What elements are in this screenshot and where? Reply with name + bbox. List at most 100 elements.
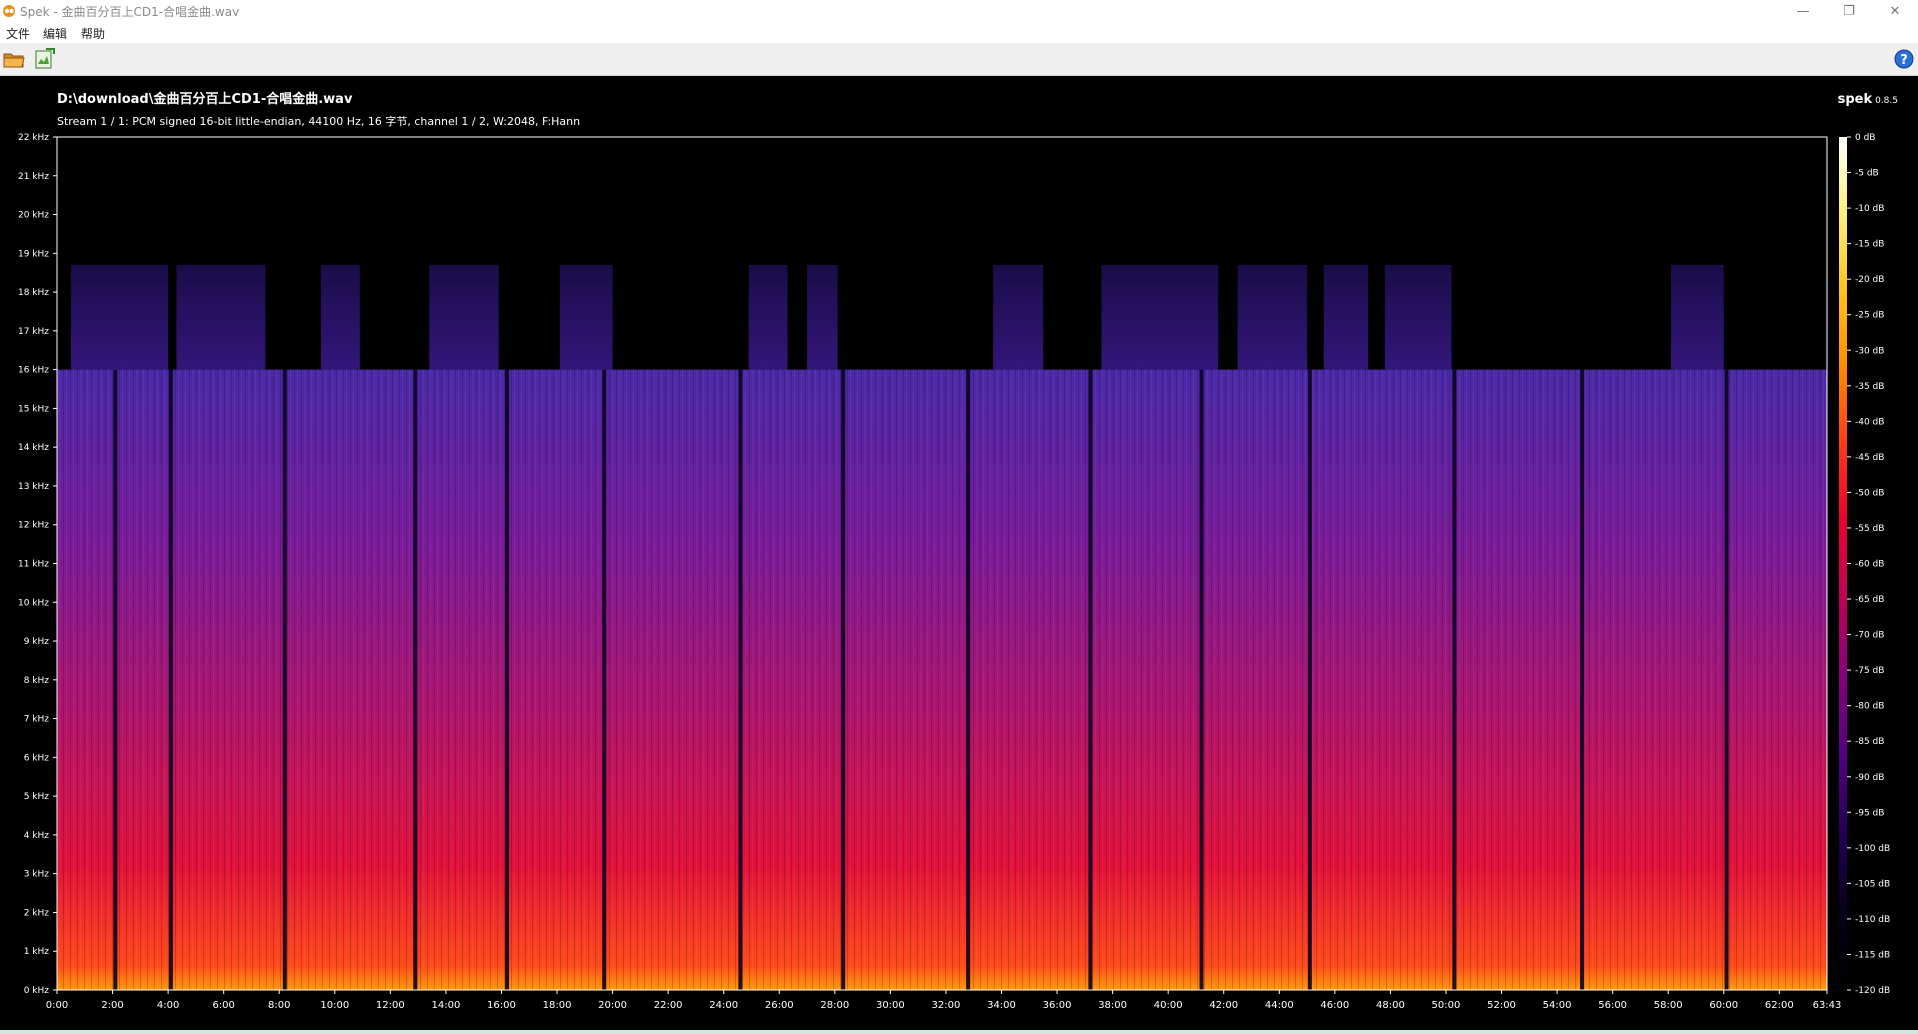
x-tick-label: 28:00 [820, 1000, 849, 1011]
open-file-icon[interactable] [2, 48, 26, 70]
spectrogram-chart: 0 kHz 1 kHz 2 kHz 3 kHz 4 kHz 5 kHz 6 kHz 7 kHz… [18, 133, 1890, 1011]
y-tick-label: 3 kHz [24, 870, 50, 880]
x-tick-label: 2:00 [101, 1000, 123, 1011]
x-tick-label: 48:00 [1376, 1000, 1405, 1011]
y-tick-label: 8 kHz [24, 676, 50, 686]
menu-file[interactable]: 文件 [6, 25, 30, 42]
x-tick-label: 30:00 [876, 1000, 905, 1011]
db-color-bar [1839, 137, 1847, 990]
x-tick-label: 40:00 [1154, 1000, 1183, 1011]
x-tick-label: 34:00 [987, 1000, 1016, 1011]
high-frequency-band [1384, 264, 1452, 370]
x-tick-label: 50:00 [1432, 1000, 1461, 1011]
close-button[interactable]: ✕ [1872, 0, 1918, 22]
track-gap [1580, 369, 1585, 990]
high-frequency-band [320, 264, 360, 370]
db-tick-label: -70 dB [1855, 631, 1884, 641]
help-icon[interactable]: ? [1894, 49, 1914, 69]
x-tick-label: 60:00 [1709, 1000, 1738, 1011]
db-tick-label: -40 dB [1855, 417, 1884, 427]
x-tick-label: 38:00 [1098, 1000, 1127, 1011]
db-tick-label: -45 dB [1855, 453, 1884, 463]
track-gap [168, 369, 173, 990]
x-tick-label: 46:00 [1320, 1000, 1349, 1011]
track-gap [841, 369, 846, 990]
toolbar: ? [0, 43, 1918, 76]
y-tick-label: 5 kHz [24, 792, 50, 802]
y-tick-label: 1 kHz [24, 947, 50, 957]
restore-button[interactable]: ❐ [1826, 0, 1872, 22]
track-gap [966, 369, 971, 990]
high-frequency-band [748, 264, 788, 370]
high-frequency-band [1101, 264, 1219, 370]
high-frequency-band [807, 264, 838, 370]
y-tick-label: 18 kHz [18, 288, 49, 298]
menu-help[interactable]: 帮助 [81, 25, 105, 42]
track-gap [282, 369, 287, 990]
y-tick-label: 6 kHz [24, 753, 50, 763]
y-tick-label: 14 kHz [18, 443, 49, 453]
y-tick-label: 11 kHz [18, 560, 49, 570]
db-tick-label: -110 dB [1855, 915, 1890, 925]
high-frequency-band [70, 264, 169, 370]
x-tick-label: 42:00 [1209, 1000, 1238, 1011]
db-tick-label: -120 dB [1855, 986, 1890, 996]
db-tick-label: -15 dB [1855, 240, 1884, 250]
x-tick-label: 26:00 [765, 1000, 794, 1011]
x-tick-label: 52:00 [1487, 1000, 1516, 1011]
x-tick-label: 32:00 [932, 1000, 961, 1011]
db-tick-label: -60 dB [1855, 560, 1884, 570]
db-tick-label: -20 dB [1855, 275, 1884, 285]
db-tick-label: -35 dB [1855, 382, 1884, 392]
save-image-icon[interactable] [32, 48, 56, 70]
minimize-button[interactable]: — [1780, 0, 1826, 22]
high-frequency-band [176, 264, 266, 370]
x-tick-label: 22:00 [654, 1000, 683, 1011]
db-tick-label: -65 dB [1855, 595, 1884, 605]
db-tick-label: -5 dB [1855, 169, 1879, 179]
high-frequency-band [1323, 264, 1369, 370]
menu-edit[interactable]: 编辑 [43, 25, 67, 42]
y-tick-label: 16 kHz [18, 366, 49, 376]
track-gap [505, 369, 510, 990]
x-tick-label: 18:00 [543, 1000, 572, 1011]
y-tick-label: 22 kHz [18, 133, 49, 143]
x-tick-label: 16:00 [487, 1000, 516, 1011]
track-gap [1307, 369, 1312, 990]
y-tick-label: 10 kHz [18, 598, 49, 608]
y-tick-label: 0 kHz [24, 986, 50, 996]
x-tick-label: 63:43 [1813, 1000, 1842, 1011]
x-tick-label: 56:00 [1598, 1000, 1627, 1011]
y-tick-label: 4 kHz [24, 831, 50, 841]
window-title: Spek - 金曲百分百上CD1-合唱金曲.wav [20, 5, 240, 19]
spek-app-icon [3, 5, 15, 17]
high-frequency-band [559, 264, 613, 370]
x-tick-label: 24:00 [709, 1000, 738, 1011]
db-tick-label: -30 dB [1855, 346, 1884, 356]
high-frequency-band [1670, 264, 1724, 370]
x-tick-label: 6:00 [212, 1000, 234, 1011]
track-gap [738, 369, 743, 990]
y-tick-label: 2 kHz [24, 908, 50, 918]
high-frequency-band [1237, 264, 1308, 370]
db-tick-label: 0 dB [1855, 133, 1875, 143]
x-tick-label: 44:00 [1265, 1000, 1294, 1011]
db-tick-label: -10 dB [1855, 204, 1884, 214]
y-tick-label: 19 kHz [18, 249, 49, 259]
db-tick-label: -95 dB [1855, 808, 1884, 818]
status-strip [0, 1030, 1918, 1034]
db-tick-label: -55 dB [1855, 524, 1884, 534]
db-tick-label: -50 dB [1855, 488, 1884, 498]
x-tick-label: 54:00 [1543, 1000, 1572, 1011]
x-tick-label: 20:00 [598, 1000, 627, 1011]
y-tick-label: 15 kHz [18, 404, 49, 414]
db-tick-label: -85 dB [1855, 737, 1884, 747]
x-tick-label: 4:00 [157, 1000, 179, 1011]
y-tick-label: 21 kHz [18, 172, 49, 182]
track-gap [602, 369, 607, 990]
db-tick-label: -100 dB [1855, 844, 1890, 854]
track-gap [113, 369, 118, 990]
y-tick-label: 9 kHz [24, 637, 50, 647]
spectrogram-view: D:\download\金曲百分百上CD1-合唱金曲.wav Stream 1 … [0, 76, 1918, 1034]
db-tick-label: -105 dB [1855, 879, 1890, 889]
